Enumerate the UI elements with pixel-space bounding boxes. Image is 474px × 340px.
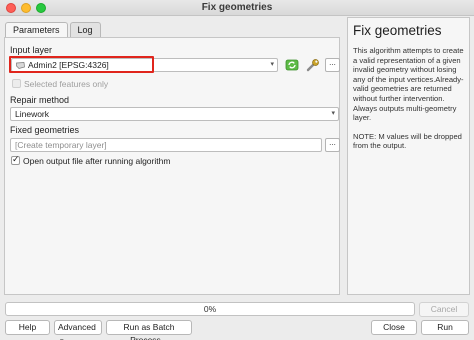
input-layer-highlight — [9, 56, 154, 73]
open-output-label: Open output file after running algorithm — [23, 156, 171, 166]
cancel-button[interactable]: Cancel — [419, 302, 469, 317]
chevron-down-icon: ▾ — [331, 110, 335, 117]
repair-method-label: Repair method — [10, 95, 70, 105]
repair-method-combo[interactable]: Linework ▾ — [10, 107, 339, 121]
title-bar: Fix geometries — [0, 0, 474, 16]
wrench-settings-icon[interactable] — [305, 57, 321, 73]
run-batch-button[interactable]: Run as Batch Process... — [106, 320, 192, 340]
progress-bar: 0% — [5, 302, 415, 316]
help-title: Fix geometries — [353, 23, 442, 38]
tab-parameters[interactable]: Parameters — [5, 22, 68, 38]
chevron-down-icon: ▾ — [270, 61, 274, 68]
input-layer-browse-button[interactable]: ... — [325, 58, 340, 72]
selected-features-checkbox[interactable] — [12, 79, 21, 88]
fixed-geometries-placeholder: [Create temporary layer] — [15, 140, 107, 150]
iterate-features-icon[interactable] — [284, 57, 300, 73]
help-text: This algorithm attempts to create a vali… — [353, 46, 464, 151]
tab-bar: Parameters Log — [5, 22, 103, 38]
selected-features-label: Selected features only — [24, 79, 109, 89]
close-button[interactable]: Close — [371, 320, 417, 335]
help-panel: Fix geometries This algorithm attempts t… — [347, 17, 470, 295]
fixed-geometries-browse-button[interactable]: ... — [325, 138, 340, 152]
fixed-geometries-label: Fixed geometries — [10, 125, 80, 135]
input-layer-label: Input layer — [10, 45, 53, 55]
window-title: Fix geometries — [201, 2, 273, 13]
fixed-geometries-field[interactable]: [Create temporary layer] — [10, 138, 322, 152]
parameters-panel: Input layer Admin2 [EPSG:4326] ▾ ... Sel… — [4, 37, 340, 295]
repair-method-value: Linework — [15, 109, 50, 119]
progress-text: 0% — [203, 304, 217, 314]
help-description: This algorithm attempts to create a vali… — [353, 46, 464, 123]
run-button[interactable]: Run — [421, 320, 469, 335]
advanced-button[interactable]: Advanced ▾ — [54, 320, 102, 340]
help-button[interactable]: Help — [5, 320, 50, 335]
open-output-checkbox[interactable] — [11, 154, 20, 165]
help-note: NOTE: M values will be dropped from the … — [353, 131, 462, 151]
tab-log[interactable]: Log — [69, 22, 101, 38]
advanced-label: Advanced — [58, 322, 96, 332]
